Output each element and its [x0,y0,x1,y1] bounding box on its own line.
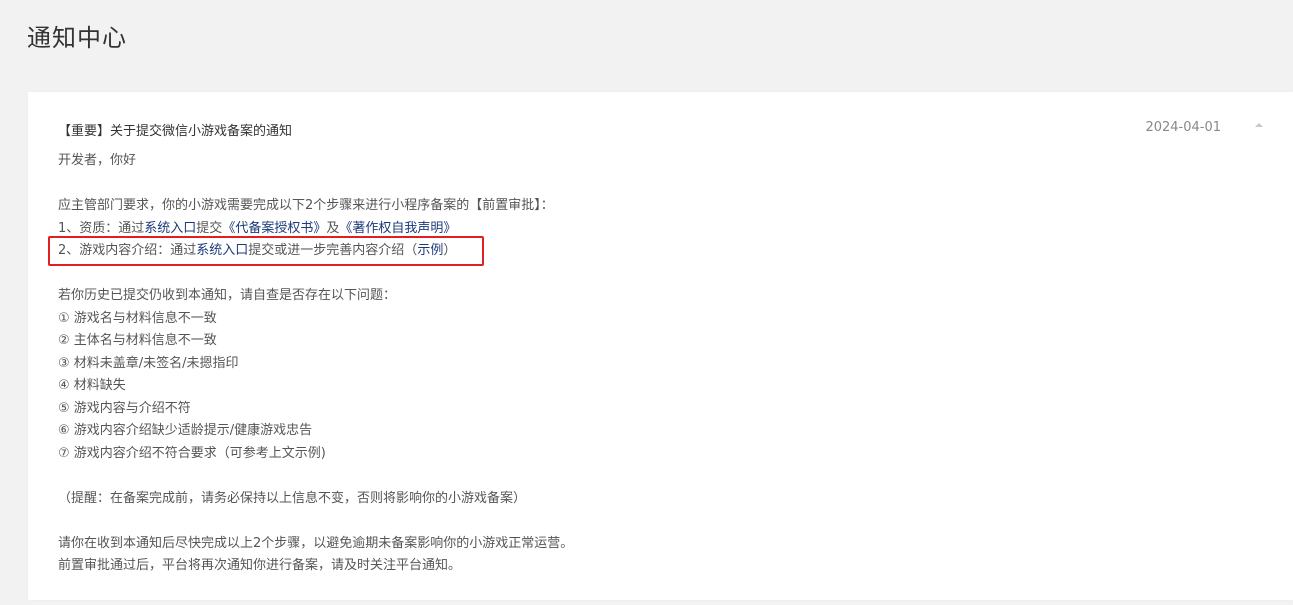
issue-item: ① 游戏名与材料信息不一致 [58,310,217,326]
issue-item: ④ 材料缺失 [58,378,126,393]
step-1-mid2: 及 [326,220,340,236]
copyright-declaration-link[interactable]: 《著作权自我声明》 [339,221,456,236]
reminder-text: （提醒：在备案完成前，请务必保持以上信息不变，否则将影响你的小游戏备案） [58,490,527,506]
issue-item: ⑥ 游戏内容介绍缺少适龄提示/健康游戏忠告 [58,423,313,438]
example-link[interactable]: 示例 [417,243,443,258]
step-1-prefix: 1、资质：通过 [58,220,145,236]
step-1: 1、资质：通过系统入口提交《代备案授权书》及《著作权自我声明》 [58,218,1238,241]
notice-card: 【重要】关于提交微信小游戏备案的通知 2024-04-01 开发者，你好 应主管… [28,92,1293,600]
step-2: 2、游戏内容介绍：通过系统入口提交或进一步完善内容介绍（示例） [58,240,1238,263]
issue-item: ③ 材料未盖章/未签名/未摁指印 [58,355,239,371]
closing-text: 请你在收到本通知后尽快完成以上2个步骤，以避免逾期未备案影响你的小游戏正常运营。 [58,535,574,551]
system-entry-link-2[interactable]: 系统入口 [196,243,248,258]
page-title: 通知中心 [27,24,127,52]
system-entry-link[interactable]: 系统入口 [144,221,196,236]
greeting: 开发者，你好 [58,153,137,168]
notice-body: 开发者，你好 应主管部门要求，你的小游戏需要完成以下2个步骤来进行小程序备案的【… [58,150,1238,578]
issue-item: ⑤ 游戏内容与介绍不符 [58,400,191,416]
step-2-prefix: 2、游戏内容介绍：通过 [58,243,197,258]
step-2-suffix: ） [443,243,457,258]
issue-item: ⑦ 游戏内容介绍不符合要求（可参考上文示例) [58,445,326,461]
chevron-up-icon[interactable] [1255,123,1263,127]
issue-item: ② 主体名与材料信息不一致 [58,333,217,348]
intro-text: 应主管部门要求，你的小游戏需要完成以下2个步骤来进行小程序备案的【前置审批】： [58,198,554,213]
notice-date: 2024-04-01 [1145,120,1221,135]
step-1-mid: 提交 [196,220,223,236]
closing-text-2: 前置审批通过后，平台将再次通知你进行备案，请及时关注平台通知。 [58,558,462,573]
authorization-letter-link[interactable]: 《代备案授权书》 [222,221,326,236]
notice-title[interactable]: 【重要】关于提交微信小游戏备案的通知 [58,120,292,139]
issues-intro: 若你历史已提交仍收到本通知，请自查是否存在以下问题： [58,288,397,303]
step-2-mid: 提交或进一步完善内容介绍（ [248,243,418,258]
